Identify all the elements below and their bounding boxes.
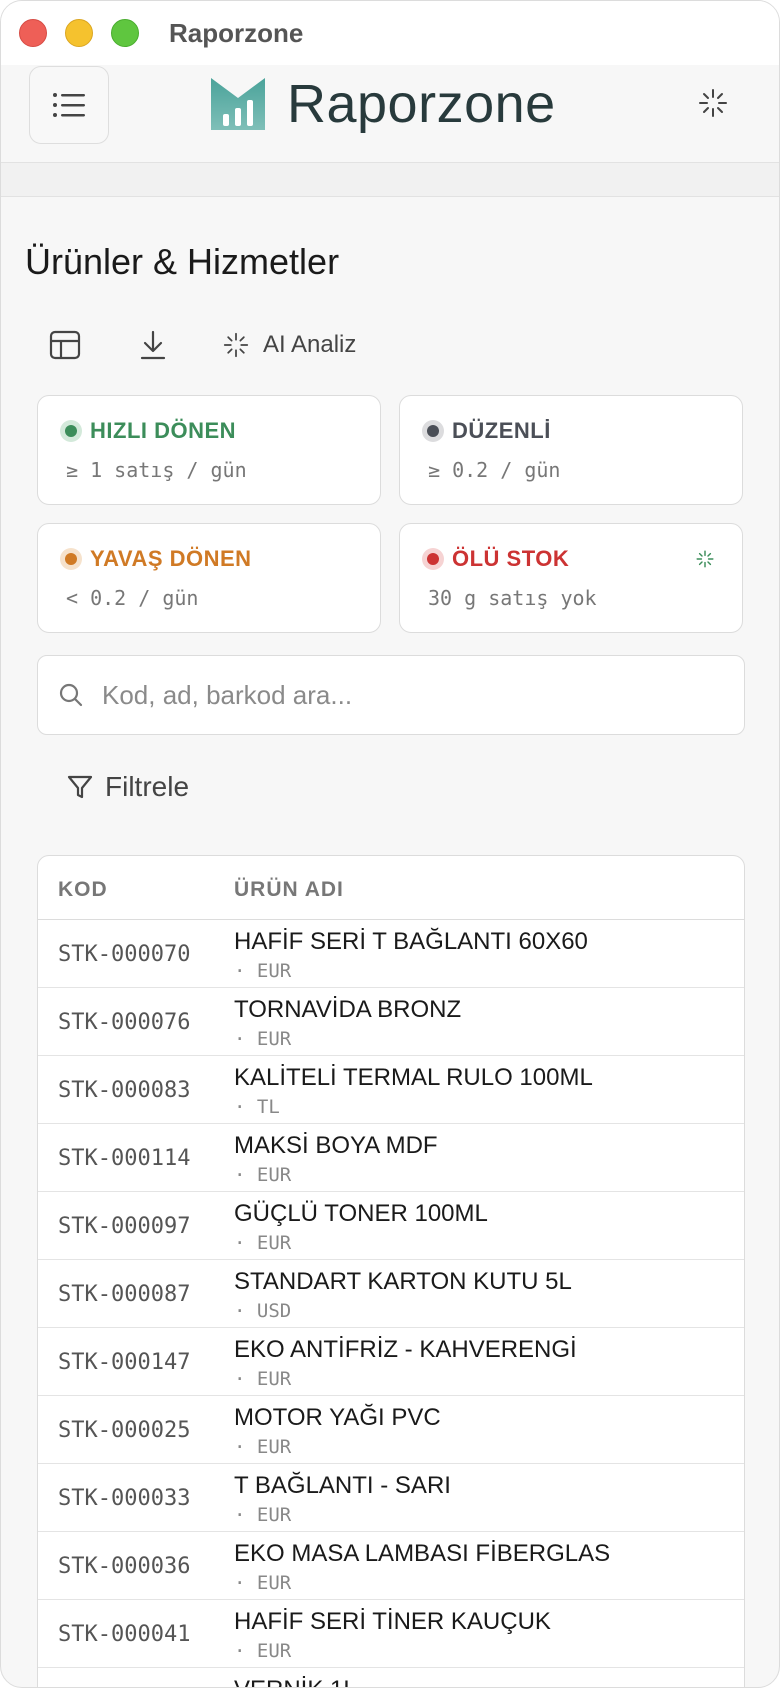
product-code: STK-000097: [58, 1214, 191, 1239]
product-name: HAFİF SERİ TİNER KAUÇUK: [234, 1608, 551, 1635]
card-subtitle: 30 g satış yok: [428, 586, 597, 610]
product-currency: · EUR: [234, 1164, 292, 1186]
product-name: T BAĞLANTI - SARI: [234, 1472, 451, 1499]
table-header: KOD ÜRÜN ADI: [38, 856, 744, 920]
card-subtitle: ≥ 1 satış / gün: [66, 458, 247, 482]
table-row[interactable]: VERNİK 1L: [38, 1668, 744, 1687]
sparkle-icon: [223, 332, 249, 358]
sparkle-icon[interactable]: [696, 550, 714, 568]
filter-icon: [67, 775, 93, 799]
card-subtitle: < 0.2 / gün: [66, 586, 199, 610]
product-code: STK-000087: [58, 1282, 191, 1307]
title-bar: Raporzone: [1, 1, 779, 65]
product-code: STK-000033: [58, 1486, 191, 1511]
product-currency: · USD: [234, 1300, 292, 1322]
products-table: KOD ÜRÜN ADI STK-000070 HAFİF SERİ T BAĞL…: [37, 855, 745, 1687]
product-name: HAFİF SERİ T BAĞLANTI 60X60: [234, 928, 588, 955]
download-icon: [140, 330, 166, 360]
brand[interactable]: Raporzone: [209, 73, 556, 135]
product-code: STK-000147: [58, 1350, 191, 1375]
table-row[interactable]: STK-000041 HAFİF SERİ TİNER KAUÇUK · EUR: [38, 1600, 744, 1668]
product-code: STK-000036: [58, 1554, 191, 1579]
window-title: Raporzone: [169, 18, 304, 48]
card-subtitle: ≥ 0.2 / gün: [428, 458, 561, 482]
product-name: VERNİK 1L: [234, 1676, 357, 1687]
status-dot: [60, 420, 82, 442]
card-title: DÜZENLİ: [452, 418, 551, 443]
product-currency: · EUR: [234, 1028, 292, 1050]
card-title: YAVAŞ DÖNEN: [90, 546, 252, 571]
hamburger-icon: [53, 93, 85, 117]
table-body: STK-000070 HAFİF SERİ T BAĞLANTI 60X60 · E…: [38, 920, 744, 1687]
product-currency: · EUR: [234, 1232, 292, 1254]
column-header-product-name[interactable]: ÜRÜN ADI: [234, 878, 344, 902]
download-button[interactable]: [135, 327, 171, 363]
product-code: STK-000114: [58, 1146, 191, 1171]
close-window-button[interactable]: [19, 19, 47, 47]
status-dot: [60, 548, 82, 570]
product-name: TORNAVİDA BRONZ: [234, 996, 462, 1023]
ai-analysis-label: AI Analiz: [263, 331, 357, 358]
table-row[interactable]: STK-000114 MAKSİ BOYA MDF · EUR: [38, 1124, 744, 1192]
product-name: MAKSİ BOYA MDF: [234, 1132, 438, 1159]
table-icon: [49, 330, 81, 360]
product-code: STK-000083: [58, 1078, 191, 1103]
status-dot: [422, 420, 444, 442]
table-row[interactable]: STK-000083 KALİTELİ TERMAL RULO 100ML · TL: [38, 1056, 744, 1124]
search-box: [37, 655, 745, 735]
sparkle-icon: [699, 89, 727, 117]
table-row[interactable]: STK-000147 EKO ANTİFRİZ - KAHVERENGİ · EUR: [38, 1328, 744, 1396]
product-currency: · EUR: [234, 1368, 292, 1390]
menu-button[interactable]: [29, 66, 109, 144]
app-header: Raporzone: [1, 65, 779, 163]
brand-name: Raporzone: [287, 74, 556, 134]
product-name: MOTOR YAĞI PVC: [234, 1404, 441, 1431]
product-currency: · EUR: [234, 1640, 292, 1662]
product-currency: · TL: [234, 1096, 280, 1118]
card-slow-moving[interactable]: YAVAŞ DÖNEN < 0.2 / gün: [37, 523, 381, 633]
filter-label: Filtrele: [105, 771, 190, 802]
page-title: Ürünler & Hizmetler: [25, 241, 340, 282]
table-row[interactable]: STK-000033 T BAĞLANTI - SARI · EUR: [38, 1464, 744, 1532]
product-currency: · EUR: [234, 960, 292, 982]
product-name: GÜÇLÜ TONER 100ML: [234, 1200, 488, 1227]
status-dot: [422, 548, 444, 570]
table-row[interactable]: STK-000025 MOTOR YAĞI PVC · EUR: [38, 1396, 744, 1464]
table-row[interactable]: STK-000087 STANDART KARTON KUTU 5L · USD: [38, 1260, 744, 1328]
product-code: STK-000070: [58, 942, 191, 967]
product-currency: · EUR: [234, 1436, 292, 1458]
raporzone-logo-icon: [211, 78, 265, 130]
product-code: STK-000076: [58, 1010, 191, 1035]
app-window: Raporzone Raporzone Ürünler & Hizmetler …: [0, 0, 780, 1688]
filter-button[interactable]: Filtrele: [67, 767, 189, 807]
product-name: STANDART KARTON KUTU 5L: [234, 1268, 572, 1295]
product-currency: · EUR: [234, 1504, 292, 1526]
sub-header-bar: [1, 163, 779, 197]
ai-sparkle-button[interactable]: [695, 85, 731, 121]
product-name: EKO ANTİFRİZ - KAHVERENGİ: [234, 1336, 577, 1363]
card-title: ÖLÜ STOK: [452, 546, 570, 571]
search-input[interactable]: [102, 670, 722, 720]
table-row[interactable]: STK-000097 GÜÇLÜ TONER 100ML · EUR: [38, 1192, 744, 1260]
card-regular[interactable]: DÜZENLİ ≥ 0.2 / gün: [399, 395, 743, 505]
search-icon: [59, 683, 83, 707]
product-currency: · EUR: [234, 1572, 292, 1594]
product-name: EKO MASA LAMBASI FİBERGLAS: [234, 1540, 611, 1567]
maximize-window-button[interactable]: [111, 19, 139, 47]
product-code: STK-000025: [58, 1418, 191, 1443]
table-row[interactable]: STK-000036 EKO MASA LAMBASI FİBERGLAS · EU…: [38, 1532, 744, 1600]
minimize-window-button[interactable]: [65, 19, 93, 47]
card-dead-stock[interactable]: ÖLÜ STOK 30 g satış yok: [399, 523, 743, 633]
ai-analysis-button[interactable]: AI Analiz: [223, 325, 356, 365]
table-row[interactable]: STK-000076 TORNAVİDA BRONZ · EUR: [38, 988, 744, 1056]
column-header-code[interactable]: KOD: [58, 878, 108, 902]
product-code: STK-000041: [58, 1622, 191, 1647]
card-title: HIZLI DÖNEN: [90, 418, 237, 443]
table-row[interactable]: STK-000070 HAFİF SERİ T BAĞLANTI 60X60 · E…: [38, 920, 744, 988]
table-view-button[interactable]: [47, 327, 83, 363]
product-name: KALİTELİ TERMAL RULO 100ML: [234, 1064, 593, 1091]
card-fast-moving[interactable]: HIZLI DÖNEN ≥ 1 satış / gün: [37, 395, 381, 505]
